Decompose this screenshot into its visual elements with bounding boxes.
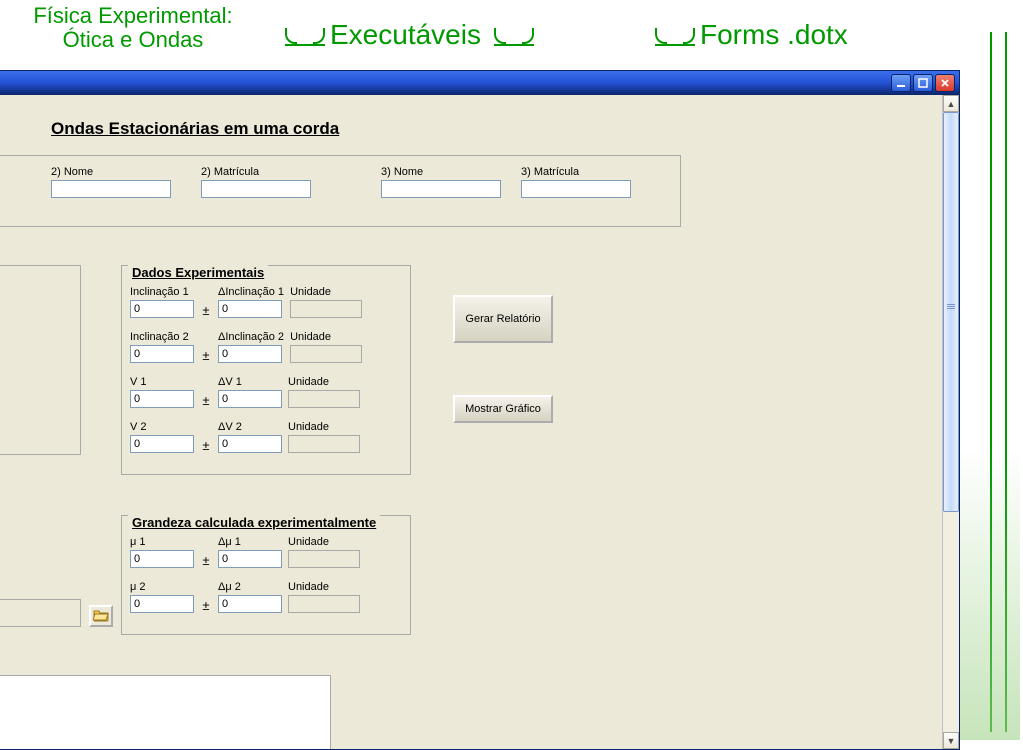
bracket-decor [655,32,695,46]
page-title: Ondas Estacionárias em uma corda [51,119,339,139]
v1-input[interactable] [130,390,194,408]
titlebar [0,71,959,95]
maximize-button[interactable] [913,74,933,92]
left-groupbox-1 [0,265,81,455]
unidade-label: Unidade [290,331,362,343]
unidade-label: Unidade [290,286,362,298]
dados-experimentais-groupbox: Dados Experimentais Inclinação 1 ± ΔIncl… [121,265,411,475]
unidade-v1-output [288,390,360,408]
delta-mu1-input[interactable] [218,550,282,568]
delta-inclinacao1-input[interactable] [218,300,282,318]
output-panel [0,675,331,749]
close-button[interactable] [935,74,955,92]
forms-label: Forms .dotx [700,20,848,51]
inclinacao2-input[interactable] [130,345,194,363]
plus-minus-symbol: ± [200,348,212,363]
gerar-relatorio-button[interactable]: Gerar Relatório [453,295,553,343]
inclinacao2-label: Inclinação 2 [130,331,194,343]
inclinacao1-label: Inclinação 1 [130,286,194,298]
students-groupbox: 2) Nome 2) Matrícula 3) Nome 3) Matrícul… [0,155,681,227]
delta-inclinacao1-label: ΔInclinação 1 [218,286,284,298]
vertical-scrollbar[interactable]: ▲ ▼ [942,95,959,749]
nome3-input[interactable] [381,180,501,198]
mu2-label: μ 2 [130,581,194,593]
client-area: Ondas Estacionárias em uma corda 2) Nome… [0,95,959,749]
plus-minus-symbol: ± [200,303,212,318]
left-groupbox-2 [0,599,81,627]
unidade-label: Unidade [288,421,360,433]
plus-minus-symbol: ± [200,553,212,568]
v2-label: V 2 [130,421,194,433]
minimize-button[interactable] [891,74,911,92]
bracket-decor [285,32,325,46]
bracket-decor [494,32,534,46]
plus-minus-symbol: ± [200,393,212,408]
nome2-input[interactable] [51,180,171,198]
mu2-input[interactable] [130,595,194,613]
nome2-label: 2) Nome [51,166,171,178]
grandeza-calculada-caption: Grandeza calculada experimentalmente [128,515,380,530]
open-folder-button[interactable] [89,605,113,627]
delta-v1-label: ΔV 1 [218,376,282,388]
scroll-up-button[interactable]: ▲ [943,95,959,112]
matricula2-label: 2) Matrícula [201,166,311,178]
mu1-label: μ 1 [130,536,194,548]
inclinacao1-input[interactable] [130,300,194,318]
unidade-label: Unidade [288,376,360,388]
plus-minus-symbol: ± [200,598,212,613]
delta-v1-input[interactable] [218,390,282,408]
matricula2-input[interactable] [201,180,311,198]
plus-minus-symbol: ± [200,438,212,453]
scroll-thumb[interactable] [943,112,959,512]
v2-input[interactable] [130,435,194,453]
matricula3-input[interactable] [521,180,631,198]
delta-mu2-input[interactable] [218,595,282,613]
dados-experimentais-caption: Dados Experimentais [128,265,268,280]
delta-mu2-label: Δμ 2 [218,581,282,593]
matricula3-label: 3) Matrícula [521,166,631,178]
unidade-label: Unidade [288,581,360,593]
grandeza-calculada-groupbox: Grandeza calculada experimentalmente μ 1… [121,515,411,635]
nome3-label: 3) Nome [381,166,501,178]
scroll-down-button[interactable]: ▼ [943,732,959,749]
unidade-mu2-output [288,595,360,613]
mu1-input[interactable] [130,550,194,568]
unidade-mu1-output [288,550,360,568]
mostrar-grafico-button[interactable]: Mostrar Gráfico [453,395,553,423]
app-window: Ondas Estacionárias em uma corda 2) Nome… [0,70,960,750]
course-title-label: Física Experimental:Ótica e Ondas [18,4,248,52]
unidade-v2-output [288,435,360,453]
folder-open-icon [93,608,109,625]
unidade-label: Unidade [288,536,360,548]
unidade2-output [290,345,362,363]
delta-mu1-label: Δμ 1 [218,536,282,548]
delta-inclinacao2-label: ΔInclinação 2 [218,331,284,343]
unidade1-output [290,300,362,318]
gradient-decor [960,450,1020,740]
delta-inclinacao2-input[interactable] [218,345,282,363]
v1-label: V 1 [130,376,194,388]
delta-v2-label: ΔV 2 [218,421,282,433]
executaveis-label: Executáveis [330,20,481,51]
delta-v2-input[interactable] [218,435,282,453]
